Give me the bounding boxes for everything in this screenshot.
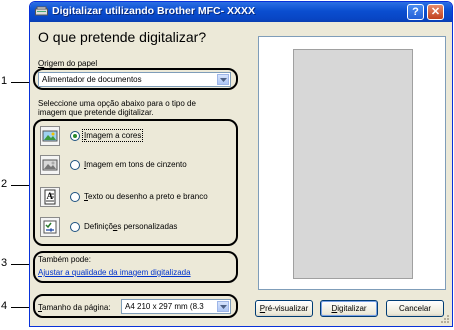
callout-line: [11, 264, 31, 265]
scan-dialog: Digitalizar utilizando Brother MFC- XXXX…: [29, 1, 453, 327]
label-text: magem em tons de cinzento: [86, 160, 187, 169]
resize-grip-icon[interactable]: [440, 314, 450, 324]
instruction-text-2: imagem que pretende digitalizar.: [38, 108, 154, 117]
label-text: s personalizadas: [117, 222, 178, 231]
page-preview: [293, 49, 413, 279]
scan-option-grayscale[interactable]: Imagem em tons de cinzento: [40, 155, 235, 177]
paper-source-select[interactable]: Alimentador de documentos: [38, 72, 231, 87]
page-size-select[interactable]: A4 210 x 297 mm (8.3: [121, 299, 231, 314]
page-size-value: A4 210 x 297 mm (8.3: [125, 302, 204, 311]
chevron-down-icon[interactable]: [217, 74, 229, 85]
cancel-button[interactable]: Cancelar: [386, 300, 444, 317]
callout-2: 2: [0, 178, 31, 192]
label-text: exto ou desenho a preto e branco: [88, 192, 208, 201]
callout-3: 3: [0, 257, 31, 271]
callout-line: [11, 307, 31, 308]
callout-4: 4: [0, 300, 31, 314]
help-button[interactable]: ?: [407, 4, 424, 20]
scan-option-text[interactable]: A Texto ou desenho a preto e branco: [40, 187, 235, 209]
label-text: ré-visualizar: [265, 304, 309, 313]
window-title: Digitalizar utilizando Brother MFC- XXXX: [52, 5, 256, 17]
radio-color[interactable]: [70, 131, 80, 141]
label-text: igitalizar: [337, 304, 367, 313]
label-text: Definiçõ: [84, 222, 113, 231]
scan-button[interactable]: Digitalizar: [320, 300, 378, 317]
page-title: O que pretende digitalizar?: [38, 29, 207, 45]
option-label[interactable]: Imagem em tons de cinzento: [84, 160, 187, 169]
option-label[interactable]: Definições personalizadas: [84, 222, 177, 231]
grayscale-image-icon[interactable]: [40, 155, 60, 175]
radio-grayscale[interactable]: [70, 160, 80, 170]
callout-number: 1: [1, 75, 8, 87]
scan-option-custom[interactable]: Definições personalizadas: [40, 217, 235, 239]
callout-line: [11, 82, 31, 83]
paper-source-label: Origem do papel: [38, 59, 97, 68]
close-button[interactable]: ✕: [427, 4, 444, 20]
scan-option-color[interactable]: Imagem a cores: [40, 126, 235, 148]
svg-text:A: A: [47, 191, 54, 201]
chevron-down-icon[interactable]: [217, 301, 229, 312]
callout-number: 3: [1, 257, 8, 269]
text-document-icon[interactable]: A: [40, 187, 60, 207]
title-bar[interactable]: Digitalizar utilizando Brother MFC- XXXX…: [30, 2, 452, 22]
preview-pane[interactable]: [258, 36, 446, 290]
paper-source-value: Alimentador de documentos: [42, 75, 142, 84]
option-label[interactable]: Texto ou desenho a preto e branco: [84, 192, 208, 201]
label-text: amanho da página:: [42, 303, 111, 312]
callout-line: [11, 185, 31, 186]
label-text: rigem do papel: [44, 59, 98, 68]
also-label: Também pode:: [38, 255, 91, 264]
preview-button[interactable]: Pré-visualizar: [255, 300, 313, 317]
custom-settings-icon[interactable]: [40, 217, 60, 237]
callout-number: 4: [1, 300, 8, 312]
callout-1: 1: [0, 75, 31, 89]
instruction-text-1: Seleccione uma opção abaixo para o tipo …: [38, 99, 196, 108]
option-label[interactable]: Imagem a cores: [81, 129, 144, 142]
scanner-icon: [35, 6, 48, 17]
radio-text[interactable]: [70, 192, 80, 202]
adjust-quality-link[interactable]: Ajustar a qualidade da imagem digitaliza…: [38, 268, 191, 277]
label-text: magem a cores: [86, 131, 142, 140]
page-size-label: Tamanho da página:: [38, 303, 111, 312]
color-image-icon[interactable]: [40, 126, 60, 146]
radio-custom[interactable]: [70, 222, 80, 232]
callout-number: 2: [1, 178, 8, 190]
